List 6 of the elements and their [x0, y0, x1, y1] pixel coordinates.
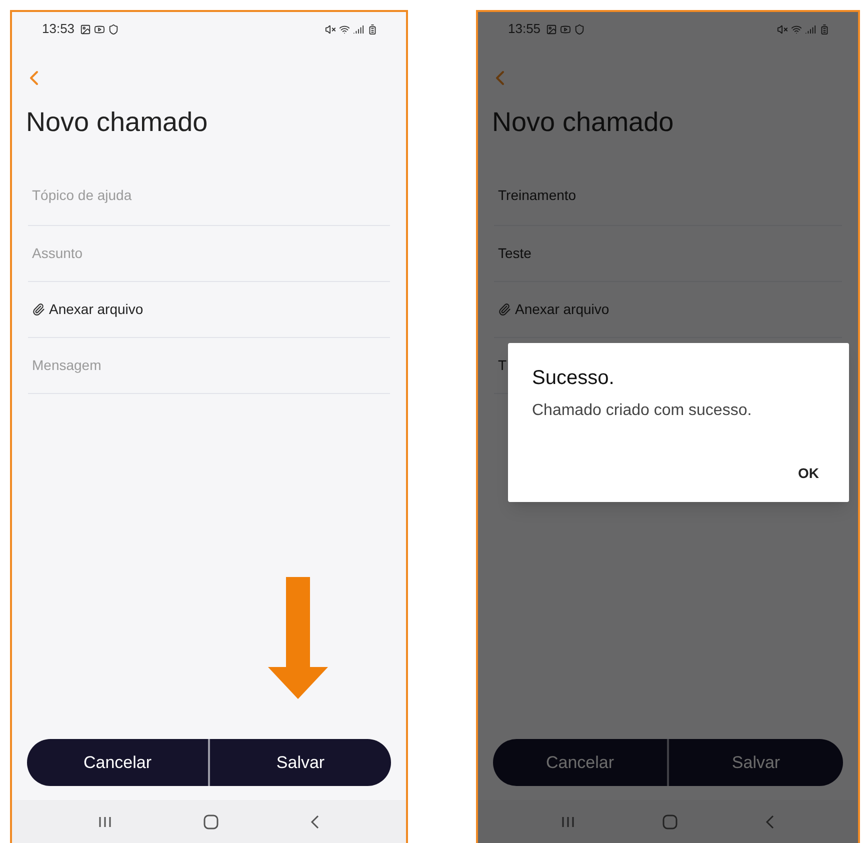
dialog-message: Chamado criado com sucesso.	[532, 401, 753, 421]
dialog-title: Sucesso.	[532, 366, 616, 391]
page-title: Novo chamado	[26, 106, 208, 139]
status-time: 13:55	[508, 20, 541, 38]
page-title: Novo chamado	[492, 106, 674, 139]
status-time: 13:53	[42, 20, 75, 38]
